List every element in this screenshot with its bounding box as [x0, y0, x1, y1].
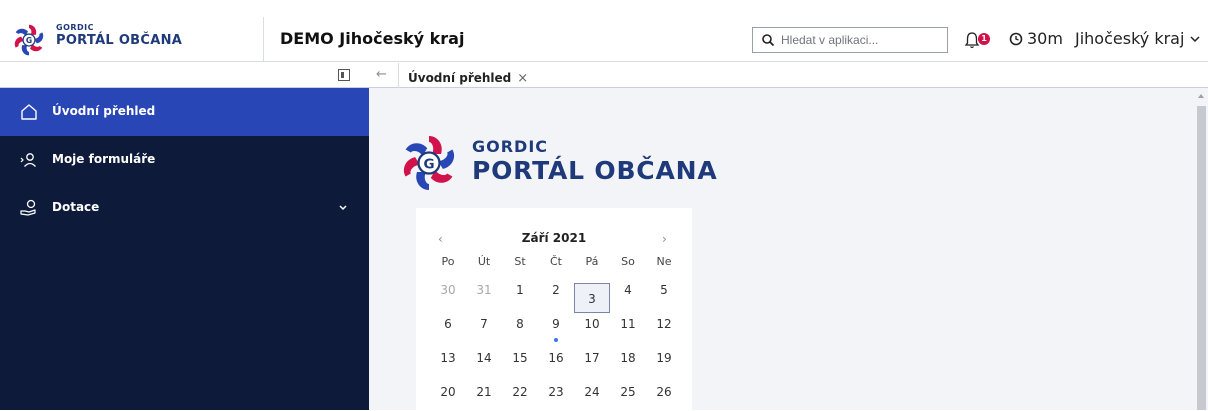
gordic-logo-icon: G: [403, 136, 455, 190]
calendar-day[interactable]: 15: [502, 351, 538, 365]
calendar-grid: Po Út St Čt Pá So Ne 30 31 1 2 3 4 5 6 7…: [430, 253, 696, 411]
search-input[interactable]: [781, 31, 941, 49]
calendar-day[interactable]: 4: [610, 283, 646, 297]
search-icon: [762, 34, 775, 47]
scrollbar-thumb[interactable]: [1197, 106, 1206, 410]
calendar-weekday-row: Po Út St Čt Pá So Ne: [430, 253, 696, 275]
calendar-day[interactable]: 22: [502, 385, 538, 399]
app-title: DEMO Jihočeský kraj: [280, 29, 465, 48]
svg-text:G: G: [26, 36, 32, 45]
calendar-week-row: 13 14 15 16 17 18 19: [430, 343, 696, 377]
calendar-day[interactable]: 16: [538, 351, 574, 365]
calendar-widget: ‹ Září 2021 › Po Út St Čt Pá So Ne 30 31…: [416, 208, 692, 410]
weekday-label: St: [514, 255, 526, 268]
calendar-week-row: 6 7 8 9 10 11 12: [430, 309, 696, 343]
app-header: G GORDIC PORTÁL OBČANA DEMO Jihočeský kr…: [0, 0, 1208, 62]
calendar-day-number: 9: [552, 317, 560, 331]
tab-uvodni-prehled[interactable]: Úvodní přehled ×: [408, 67, 528, 86]
close-icon[interactable]: ×: [517, 71, 528, 86]
calendar-day[interactable]: 11: [610, 317, 646, 331]
calendar-day[interactable]: 24: [574, 385, 610, 399]
weekday-label: Čt: [550, 255, 562, 268]
sidebar-item-dotace[interactable]: Dotace: [0, 184, 369, 232]
weekday-label: Po: [441, 255, 455, 268]
calendar-day[interactable]: 1: [502, 283, 538, 297]
hand-coin-icon: [20, 199, 36, 216]
calendar-day[interactable]: 31: [466, 283, 502, 297]
sidebar-item-label: Moje formuláře: [52, 152, 156, 166]
sidebar-item-label: Dotace: [52, 200, 100, 214]
calendar-day[interactable]: 14: [466, 351, 502, 365]
sidebar: Úvodní přehled Moje formuláře Dotace: [0, 88, 369, 410]
calendar-day[interactable]: 2: [538, 283, 574, 297]
back-arrow-icon[interactable]: ←: [376, 67, 387, 82]
calendar-day[interactable]: 13: [430, 351, 466, 365]
brand-name-small: GORDIC: [56, 23, 95, 32]
calendar-day[interactable]: 6: [430, 317, 466, 331]
calendar-day[interactable]: 20: [430, 385, 466, 399]
calendar-day[interactable]: 26: [646, 385, 682, 399]
brand-logo[interactable]: G GORDIC PORTÁL OBČANA: [0, 17, 264, 62]
sidebar-item-moje-formulare[interactable]: Moje formuláře: [0, 136, 369, 184]
calendar-day[interactable]: 5: [646, 283, 682, 297]
event-dot-indicator: [554, 338, 558, 342]
calendar-next-button[interactable]: ›: [662, 232, 667, 246]
calendar-day[interactable]: 12: [646, 317, 682, 331]
tab-divider: [398, 63, 399, 88]
region-selector[interactable]: Jihočeský kraj: [1075, 29, 1184, 48]
calendar-day[interactable]: 10: [574, 317, 610, 331]
tab-bar: ← Úvodní přehled ×: [0, 63, 1208, 88]
calendar-day[interactable]: 25: [610, 385, 646, 399]
calendar-day[interactable]: 17: [574, 351, 610, 365]
session-timer: 30m: [1027, 29, 1063, 48]
calendar-day[interactable]: 21: [466, 385, 502, 399]
calendar-day[interactable]: 30: [430, 283, 466, 297]
calendar-day[interactable]: 23: [538, 385, 574, 399]
svg-text:G: G: [423, 156, 434, 172]
gordic-logo-icon: G: [14, 24, 44, 56]
clock-icon: [1009, 32, 1023, 46]
search-box[interactable]: [752, 27, 948, 53]
home-icon: [21, 104, 37, 120]
calendar-day[interactable]: 19: [646, 351, 682, 365]
weekday-label: So: [621, 255, 635, 268]
sidebar-collapse-icon[interactable]: [338, 69, 350, 81]
calendar-week-row: 20 21 22 23 24 25 26: [430, 377, 696, 411]
calendar-day[interactable]: 8: [502, 317, 538, 331]
tab-label: Úvodní přehled: [408, 71, 512, 85]
user-forms-icon: [20, 153, 36, 167]
chevron-down-icon[interactable]: [1190, 35, 1200, 43]
chevron-down-icon[interactable]: [338, 204, 348, 212]
weekday-label: Út: [477, 255, 491, 268]
weekday-label: Ne: [656, 255, 672, 268]
brand-product-small: PORTÁL OBČANA: [56, 33, 183, 48]
weekday-label: Pá: [585, 255, 599, 268]
main-scrollbar[interactable]: [1195, 88, 1208, 410]
sidebar-item-uvodni-prehled[interactable]: Úvodní přehled: [0, 88, 369, 136]
calendar-week-row: 30 31 1 2 3 4 5: [430, 275, 696, 313]
sidebar-item-label: Úvodní přehled: [52, 104, 156, 118]
calendar-day-with-event[interactable]: 9: [538, 317, 574, 343]
brand-product-large: PORTÁL OBČANA: [472, 156, 718, 185]
notification-badge: 1: [978, 33, 990, 45]
calendar-day[interactable]: 18: [610, 351, 646, 365]
calendar-month-title: Září 2021: [521, 231, 587, 245]
calendar-day[interactable]: 7: [466, 317, 502, 331]
brand-name-large: GORDIC: [472, 137, 549, 156]
scroll-up-arrow-icon[interactable]: [1198, 94, 1204, 98]
